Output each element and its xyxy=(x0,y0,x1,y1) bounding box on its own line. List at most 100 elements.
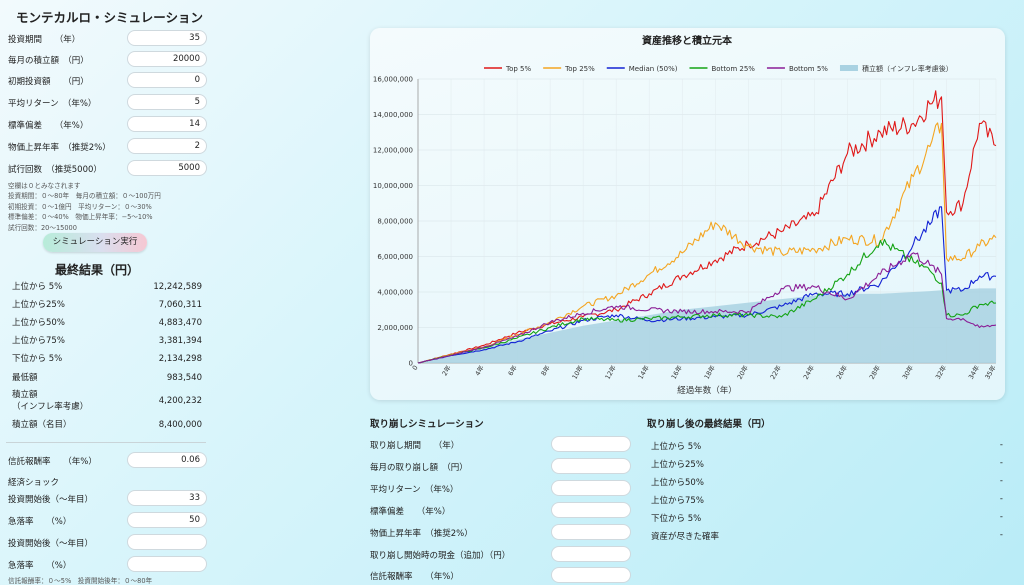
withdraw-result-value: - xyxy=(999,494,1003,504)
form-row-initial: 初期投資額 （円） 0 xyxy=(8,72,208,90)
x-tick-label: 6年 xyxy=(506,363,519,377)
chart-card: 資産推移と積立元本 Top 5% Top 25% Median (50%) Bottom… xyxy=(370,28,1005,400)
withdraw-row: 信託報酬率 （年%） xyxy=(370,567,632,585)
results-title: 最終結果（円） xyxy=(55,263,140,277)
form-row-return: 平均リターン （年%） 5 xyxy=(8,94,208,112)
legend-swatch xyxy=(839,65,858,71)
withdraw-result-label: 上位から75% xyxy=(651,496,704,506)
shock2-rate-label: 急落率 （%） xyxy=(8,561,72,571)
y-tick-label: 14,000,000 xyxy=(373,111,413,119)
legend-label: Median (50%) xyxy=(629,65,678,73)
divider xyxy=(6,442,206,443)
hint-line: 投資期間：０〜80年 毎月の積立額：０〜100万円 xyxy=(8,192,161,201)
y-tick-label: 6,000,000 xyxy=(377,253,413,261)
form-row-trials: 試行回数 （推奨5000） 5000 xyxy=(8,160,208,178)
result-value: 983,540 xyxy=(166,373,202,383)
x-tick-label: 28年 xyxy=(867,363,882,381)
result-label: 上位から50% xyxy=(12,318,65,328)
withdraw-row: 物価上昇年率 （推奨2%） xyxy=(370,524,632,542)
y-tick-label: 10,000,000 xyxy=(373,182,413,190)
stddev-input[interactable]: 14 xyxy=(127,116,207,132)
shock1-rate-input[interactable]: 50 xyxy=(127,512,207,528)
form-row-shock1-year: 投資開始後（〜年目） 33 xyxy=(8,490,208,508)
x-tick-label: 16年 xyxy=(669,363,684,381)
initial-input[interactable]: 0 xyxy=(127,72,207,88)
withdraw-row: 毎月の取り崩し額 （円） xyxy=(370,458,632,476)
form-row-fee: 信託報酬率 （年%） 0.06 xyxy=(8,452,208,470)
form-row-stddev: 標準偏差 （年%） 14 xyxy=(8,116,208,134)
y-tick-label: 12,000,000 xyxy=(373,147,413,155)
shock2-year-label: 投資開始後（〜年目） xyxy=(8,539,94,549)
withdraw-result-label: 下位から 5% xyxy=(651,514,702,524)
withdraw-row: 平均リターン （年%） xyxy=(370,480,632,498)
x-tick-label: 0 xyxy=(411,364,420,372)
result-value: 12,242,589 xyxy=(153,282,202,292)
shock-label: 経済ショック xyxy=(8,478,60,488)
form-row-shock2-year: 投資開始後（〜年目） xyxy=(8,534,208,552)
result-label: 上位から75% xyxy=(12,336,65,346)
result-label: 下位から 5% xyxy=(12,354,63,364)
withdraw-period-label: 取り崩し期間 （年） xyxy=(370,441,460,451)
result-label: 積立額 （インフレ率考慮） xyxy=(12,390,89,412)
withdraw-results-title: 取り崩し後の最終結果（円） xyxy=(647,419,771,430)
withdraw-row: 取り崩し期間 （年） xyxy=(370,436,632,454)
shock1-year-input[interactable]: 33 xyxy=(127,490,207,506)
input-hints: 空欄は０とみなされます 投資期間：０〜80年 毎月の積立額：０〜100万円 初期… xyxy=(8,181,161,233)
fee-label: 信託報酬率 （年%） xyxy=(8,457,97,467)
withdraw-monthly-label: 毎月の取り崩し額 （円） xyxy=(370,463,468,473)
withdraw-period-input[interactable] xyxy=(551,436,631,452)
chart-title: 資産推移と積立元本 xyxy=(642,34,733,47)
return-label: 平均リターン （年%） xyxy=(8,99,97,109)
x-tick-label: 24年 xyxy=(801,363,816,381)
withdraw-result-label: 上位から50% xyxy=(651,478,704,488)
legend-label: Bottom 25% xyxy=(711,65,755,73)
withdraw-cash-input[interactable] xyxy=(551,546,631,562)
period-label: 投資期間 （年） xyxy=(8,35,81,45)
shock2-year-input[interactable] xyxy=(127,534,207,550)
withdraw-row: 標準偏差 （年%） xyxy=(370,502,632,520)
withdraw-result-value: - xyxy=(999,476,1003,486)
x-tick-label: 34年 xyxy=(966,363,981,381)
withdraw-inflation-label: 物価上昇年率 （推奨2%） xyxy=(370,529,473,539)
x-tick-label: 8年 xyxy=(539,363,552,377)
shock2-rate-input[interactable] xyxy=(127,556,207,572)
withdraw-stddev-input[interactable] xyxy=(551,502,631,518)
period-input[interactable]: 35 xyxy=(127,30,207,46)
result-label: 上位から 5% xyxy=(12,282,63,292)
x-axis-label: 経過年数（年） xyxy=(677,385,737,396)
app-title: モンテカルロ・シミュレーション xyxy=(16,10,204,25)
withdraw-fee-label: 信託報酬率 （年%） xyxy=(370,572,459,582)
withdraw-fee-input[interactable] xyxy=(551,567,631,583)
form-row-shock2-rate: 急落率 （%） xyxy=(8,556,208,574)
hint-line: 初期投資：０〜1億円 平均リターン：０〜30% xyxy=(8,202,152,211)
result-value: 2,134,298 xyxy=(158,354,202,364)
trials-label: 試行回数 （推奨5000） xyxy=(8,165,102,175)
y-tick-label: 4,000,000 xyxy=(377,289,413,297)
run-simulation-button[interactable]: シミュレーション実行 xyxy=(43,233,147,252)
x-tick-label: 14年 xyxy=(636,363,651,381)
x-tick-label: 4年 xyxy=(473,363,486,377)
asset-chart: 資産推移と積立元本 Top 5% Top 25% Median (50%) Bottom… xyxy=(373,34,998,396)
withdraw-stddev-label: 標準偏差 （年%） xyxy=(370,507,451,517)
monthly-input[interactable]: 20000 xyxy=(127,51,207,67)
settings-panel: モンテカルロ・シミュレーション 投資期間 （年） 35 毎月の積立額 （円） 2… xyxy=(0,0,212,585)
x-tick-label: 35年 xyxy=(983,363,998,381)
withdraw-monthly-input[interactable] xyxy=(551,458,631,474)
withdraw-return-label: 平均リターン （年%） xyxy=(370,485,459,495)
legend-label: Bottom 5% xyxy=(789,65,828,73)
y-tick-label: 8,000,000 xyxy=(377,218,413,226)
withdraw-result-value: - xyxy=(999,512,1003,522)
result-value: 4,200,232 xyxy=(158,396,202,406)
x-tick-label: 22年 xyxy=(768,363,783,381)
return-input[interactable]: 5 xyxy=(127,94,207,110)
result-value: 4,883,470 xyxy=(158,318,202,328)
shock1-rate-label: 急落率 （%） xyxy=(8,517,72,527)
withdraw-inflation-input[interactable] xyxy=(551,524,631,540)
withdraw-return-input[interactable] xyxy=(551,480,631,496)
fee-input[interactable]: 0.06 xyxy=(127,452,207,468)
x-tick-label: 18年 xyxy=(702,363,717,381)
initial-label: 初期投資額 （円） xyxy=(8,77,89,87)
inflation-input[interactable]: 2 xyxy=(127,138,207,154)
result-label: 上位から25% xyxy=(12,300,65,310)
trials-input[interactable]: 5000 xyxy=(127,160,207,176)
